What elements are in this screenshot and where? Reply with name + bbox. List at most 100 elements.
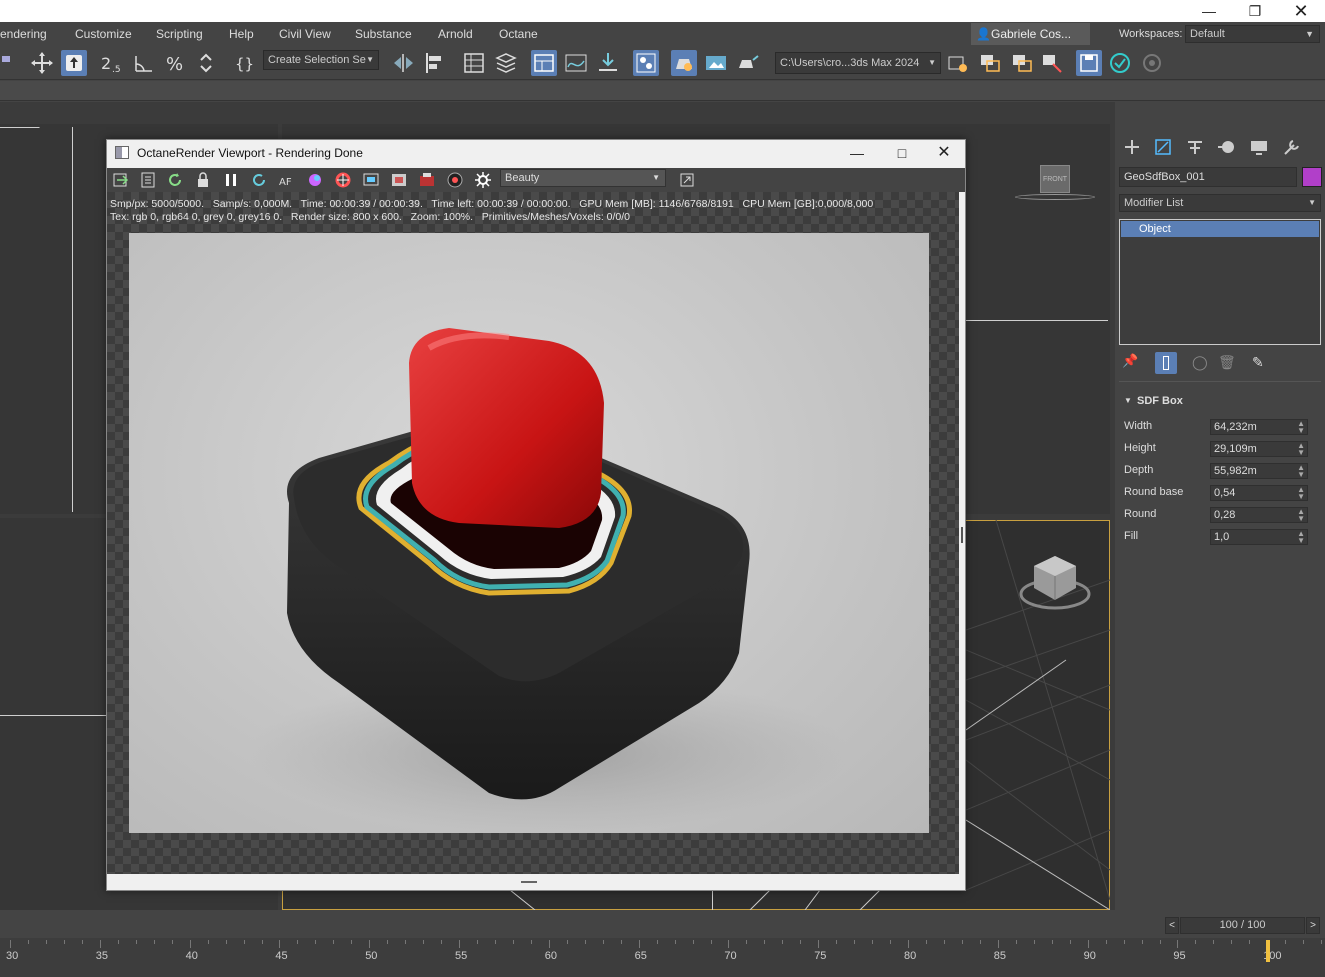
workspace-select[interactable]: Default ▼ xyxy=(1185,25,1320,43)
close-icon[interactable]: ✕ xyxy=(1278,0,1324,22)
layer-explorer-icon[interactable] xyxy=(493,50,519,76)
camera-view-icon[interactable] xyxy=(445,170,465,190)
menu-scripting[interactable]: Scripting xyxy=(156,22,203,46)
round-spinner[interactable]: 0,28 ▲ ▼ xyxy=(1210,507,1308,523)
menu-customize[interactable]: Customize xyxy=(75,22,132,46)
spinner-arrows-icon[interactable]: ▲ ▼ xyxy=(1297,464,1305,479)
remove-modifier-icon[interactable]: 🗑 xyxy=(1218,354,1236,372)
spinner-arrows-icon[interactable]: ▲ ▼ xyxy=(1297,508,1305,523)
copy-clipboard-icon[interactable] xyxy=(138,170,158,190)
rollout-collapse-icon[interactable]: ▼ xyxy=(1124,396,1132,405)
render-priority-icon[interactable] xyxy=(417,170,437,190)
render-production-icon[interactable] xyxy=(735,50,761,76)
schematic-view-icon[interactable] xyxy=(595,50,621,76)
refresh-icon[interactable] xyxy=(249,170,269,190)
fill-spinner[interactable]: 1,0 ▲ ▼ xyxy=(1210,529,1308,545)
project-path-dropdown[interactable]: C:\Users\cro...3ds Max 2024 ▼ xyxy=(775,52,941,74)
hierarchy-tab-icon[interactable] xyxy=(1182,136,1208,158)
save-icon[interactable] xyxy=(1076,50,1102,76)
user-account[interactable]: 👤 Gabriele Cos... xyxy=(971,23,1090,45)
width-spinner[interactable]: 64,232m ▲ ▼ xyxy=(1210,419,1308,435)
snap-2-5d-icon[interactable]: 2.5 xyxy=(99,50,125,76)
prev-frame-icon[interactable]: < xyxy=(1165,917,1179,934)
rollout-title[interactable]: SDF Box xyxy=(1137,395,1183,407)
spinner-snap-icon[interactable] xyxy=(195,50,221,76)
send-scene-icon[interactable] xyxy=(111,170,131,190)
stack-item-object[interactable]: Object xyxy=(1121,221,1319,237)
resize-grip[interactable] xyxy=(521,881,537,883)
viewcube-perspective[interactable] xyxy=(1018,552,1092,616)
scene-explorer-icon[interactable] xyxy=(461,50,487,76)
material-editor-icon[interactable] xyxy=(633,50,659,76)
restore-icon[interactable]: ❐ xyxy=(1232,0,1278,22)
time-cursor[interactable] xyxy=(1266,940,1270,962)
pin-stack-icon[interactable]: 📌 xyxy=(1122,353,1138,371)
spinner-arrows-icon[interactable]: ▲ ▼ xyxy=(1297,530,1305,545)
timeline-track[interactable] xyxy=(0,938,1325,977)
octane-render-canvas[interactable]: Smp/px: 5000/5000. Samp/s: 0,000M. Time:… xyxy=(107,192,965,874)
material-picker-icon[interactable] xyxy=(333,170,353,190)
open-project-icon[interactable] xyxy=(977,50,1003,76)
menu-arnold[interactable]: Arnold xyxy=(438,22,473,46)
object-name-field[interactable]: GeoSdfBox_001 xyxy=(1119,167,1297,187)
menu-help[interactable]: Help xyxy=(229,22,254,46)
time-slider[interactable]: 100 / 100 xyxy=(1180,917,1305,934)
film-region-icon[interactable] xyxy=(389,170,409,190)
render-pass-dropdown[interactable]: Beauty ▼ xyxy=(500,169,666,187)
spinner-arrows-icon[interactable]: ▲ ▼ xyxy=(1297,486,1305,501)
close-icon[interactable]: ✕ xyxy=(929,142,959,164)
object-color-swatch[interactable] xyxy=(1302,167,1322,187)
pause-icon[interactable] xyxy=(221,170,241,190)
check-icon[interactable] xyxy=(1107,50,1133,76)
minimize-icon[interactable]: — xyxy=(842,142,872,164)
angle-snap-icon[interactable] xyxy=(131,50,157,76)
octane-resize-bar[interactable] xyxy=(107,874,965,890)
motion-tab-icon[interactable] xyxy=(1214,136,1240,158)
edit-named-selection-icon[interactable]: {} xyxy=(232,50,258,76)
rendered-frame-window-icon[interactable] xyxy=(703,50,729,76)
selection-set-dropdown[interactable]: Create Selection Se ▼ xyxy=(263,50,379,70)
spinner-arrows-icon[interactable]: ▲ ▼ xyxy=(1297,442,1305,457)
move-icon[interactable] xyxy=(29,50,55,76)
white-balance-icon[interactable] xyxy=(305,170,325,190)
display-tab-icon[interactable] xyxy=(1246,136,1272,158)
height-spinner[interactable]: 29,109m ▲ ▼ xyxy=(1210,441,1308,457)
region-render-icon[interactable] xyxy=(361,170,381,190)
expand-view-icon[interactable] xyxy=(677,170,697,190)
viewcube-front[interactable]: FRONT xyxy=(1015,160,1095,210)
modifier-list-dropdown[interactable]: Modifier List ▼ xyxy=(1119,194,1321,212)
focus-picker-icon[interactable]: AF xyxy=(277,170,297,190)
sync-icon[interactable] xyxy=(1139,50,1165,76)
align-icon[interactable] xyxy=(423,50,449,76)
percent-snap-icon[interactable]: % xyxy=(163,50,189,76)
minimize-icon[interactable]: — xyxy=(1186,0,1232,22)
make-unique-icon[interactable]: ◯ xyxy=(1192,354,1210,372)
modify-tab-icon[interactable] xyxy=(1150,136,1176,158)
create-tab-icon[interactable] xyxy=(1119,136,1145,158)
maximize-icon[interactable]: □ xyxy=(887,142,917,164)
project-folder-icon[interactable] xyxy=(1009,50,1035,76)
settings-icon[interactable] xyxy=(473,170,493,190)
select-object-icon[interactable] xyxy=(61,50,87,76)
lock-icon[interactable] xyxy=(193,170,213,190)
utilities-tab-icon[interactable] xyxy=(1278,136,1304,158)
octane-scrollbar[interactable] xyxy=(959,192,965,874)
next-frame-icon[interactable]: > xyxy=(1306,917,1320,934)
restart-render-icon[interactable] xyxy=(165,170,185,190)
menu-substance[interactable]: Substance xyxy=(355,22,412,46)
show-end-result-icon[interactable] xyxy=(1155,352,1177,374)
menu-octane[interactable]: Octane xyxy=(499,22,538,46)
mirror-icon[interactable] xyxy=(391,50,417,76)
round-base-spinner[interactable]: 0,54 ▲ ▼ xyxy=(1210,485,1308,501)
menu-civil-view[interactable]: Civil View xyxy=(279,22,331,46)
depth-spinner[interactable]: 55,982m ▲ ▼ xyxy=(1210,463,1308,479)
viewcube-face[interactable]: FRONT xyxy=(1040,165,1070,193)
scrollbar-thumb[interactable] xyxy=(961,527,963,543)
select-link-icon[interactable] xyxy=(0,50,26,76)
project-settings-icon[interactable] xyxy=(1039,50,1065,76)
spinner-arrows-icon[interactable]: ▲ ▼ xyxy=(1297,420,1305,435)
set-project-folder-icon[interactable] xyxy=(945,50,971,76)
curve-editor-icon[interactable] xyxy=(563,50,589,76)
configure-modifier-sets-icon[interactable]: ✎ xyxy=(1252,354,1270,372)
menu-rendering[interactable]: endering xyxy=(0,22,47,46)
